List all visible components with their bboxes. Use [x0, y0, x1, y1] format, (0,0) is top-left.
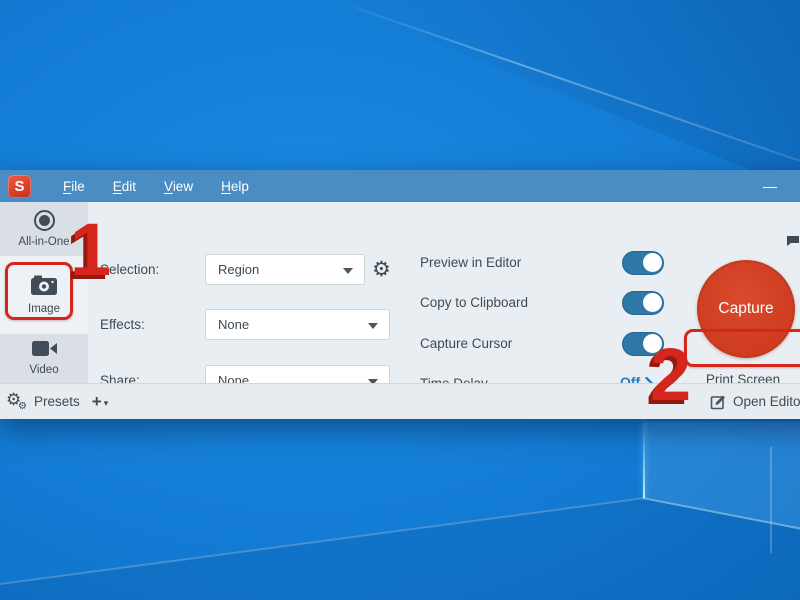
tab-label: All-in-One [18, 236, 69, 248]
titlebar: S File Edit View Help — ✕ [0, 170, 800, 202]
presets-gear-icon: ⚙ ⚙ [6, 391, 28, 413]
video-camera-icon [32, 341, 57, 359]
toggle-knob [643, 253, 662, 272]
chevron-down-icon [368, 323, 378, 329]
selection-gear-icon[interactable]: ⚙ [372, 259, 391, 280]
toggle-copy-to-clipboard[interactable] [622, 291, 664, 315]
effects-label: Effects: [100, 317, 145, 332]
annotation-step-1: 1 [70, 213, 111, 287]
annotation-box-image-tab [5, 262, 73, 320]
effects-dropdown[interactable]: None [205, 309, 390, 340]
effects-value: None [218, 317, 249, 332]
clipped-toolbar-icon[interactable] [786, 234, 800, 252]
menu-view[interactable]: View [154, 175, 203, 198]
annotation-step-2: 2 [650, 338, 691, 412]
tab-video[interactable]: Video [0, 334, 88, 383]
open-editor-icon [710, 394, 726, 410]
presets-button[interactable]: ⚙ ⚙ Presets + ▾ [6, 384, 108, 419]
menu-edit[interactable]: Edit [103, 175, 146, 198]
copy-to-clipboard-label: Copy to Clipboard [420, 295, 528, 310]
preview-in-editor-label: Preview in Editor [420, 255, 521, 270]
all-in-one-icon [34, 210, 55, 231]
wallpaper-ray-vertical [643, 422, 645, 498]
menu-help[interactable]: Help [211, 175, 259, 198]
presets-label: Presets [34, 394, 80, 409]
minimize-button[interactable]: — [748, 170, 792, 202]
selection-dropdown[interactable]: Region [205, 254, 365, 285]
selection-value: Region [218, 262, 259, 277]
snagit-logo: S [8, 175, 31, 198]
chevron-down-icon [343, 268, 353, 274]
close-button[interactable]: ✕ [792, 170, 800, 202]
tab-label: Video [29, 364, 58, 376]
wallpaper-ray-vertical-2 [770, 447, 772, 553]
add-preset-button[interactable]: + [92, 392, 102, 412]
toggle-knob [643, 293, 662, 312]
toggle-preview-in-editor[interactable] [622, 251, 664, 275]
menu-file[interactable]: File [53, 175, 95, 198]
open-editor-button[interactable]: Open Editor [710, 384, 800, 419]
capture-cursor-label: Capture Cursor [420, 336, 512, 351]
caret-down-icon: ▾ [104, 394, 109, 409]
menubar: File Edit View Help [53, 175, 259, 198]
annotation-box-print-screen [684, 329, 800, 367]
window-controls: — ✕ [748, 170, 800, 202]
open-editor-label: Open Editor [733, 394, 800, 409]
